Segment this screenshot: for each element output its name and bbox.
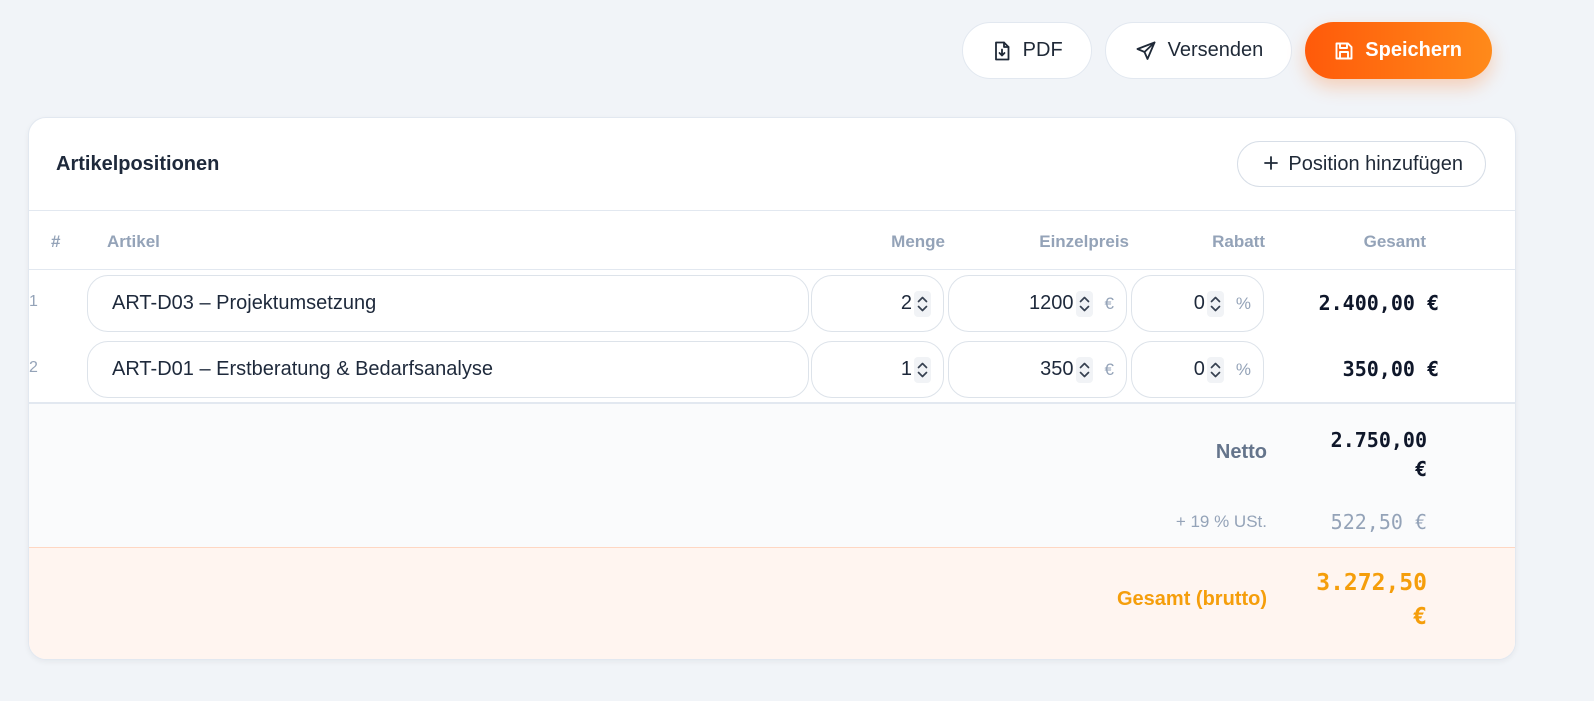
totals-section: Netto 2.750,00 € + 19 % USt. 522,50 € <box>29 402 1515 547</box>
vat-value: 522,50 € <box>1330 510 1427 534</box>
gross-value-currency: € <box>1413 604 1427 630</box>
column-header-unit-price: Einzelpreis <box>1039 232 1129 251</box>
card-header: Artikelpositionen Position hinzufügen <box>29 118 1515 211</box>
line-total: 350,00 € <box>1342 357 1439 381</box>
net-value-currency: € <box>1414 457 1427 481</box>
vat-label: + 19 % USt. <box>1175 512 1267 531</box>
chevron-up-down-icon[interactable] <box>1075 356 1093 383</box>
line-total: 2.400,00 € <box>1318 291 1439 315</box>
table-row: 2 ART-D01 – Erstberatung & Bedarfsanalys… <box>29 336 1515 402</box>
save-button[interactable]: Speichern <box>1305 22 1492 79</box>
column-header-quantity: Menge <box>891 232 945 251</box>
unit-price-value: 350 <box>1040 358 1074 380</box>
gross-value-amount: 3.272,50 <box>1316 570 1427 596</box>
gross-total-section: Gesamt (brutto) 3.272,50 € <box>29 547 1515 659</box>
quantity-value: 2 <box>900 292 912 314</box>
line-items-card: Artikelpositionen Position hinzufügen # … <box>28 117 1516 660</box>
net-value-amount: 2.750,00 <box>1330 428 1427 452</box>
discount-stepper[interactable]: 0 % <box>1131 275 1264 332</box>
pdf-button[interactable]: PDF <box>961 22 1092 79</box>
unit-price-stepper[interactable]: 350 € <box>948 341 1127 398</box>
unit-price-stepper[interactable]: 1200 € <box>948 275 1127 332</box>
chevron-up-down-icon[interactable] <box>1075 290 1093 317</box>
row-index: 2 <box>29 359 38 376</box>
quantity-stepper[interactable]: 2 <box>811 275 944 332</box>
percent-unit: % <box>1235 293 1251 313</box>
discount-stepper[interactable]: 0 % <box>1131 341 1264 398</box>
floppy-disk-icon <box>1335 42 1353 60</box>
row-index: 1 <box>29 293 38 310</box>
net-value: 2.750,00 € <box>1287 426 1427 484</box>
send-button[interactable]: Versenden <box>1104 22 1293 79</box>
pdf-button-label: PDF <box>1022 39 1063 61</box>
discount-value: 0 <box>1193 292 1205 314</box>
chevron-up-down-icon[interactable] <box>914 290 931 317</box>
chevron-up-down-icon[interactable] <box>1206 356 1224 383</box>
currency-unit: € <box>1104 359 1114 379</box>
card-title: Artikelpositionen <box>56 152 220 175</box>
plus-icon <box>1264 153 1279 176</box>
quantity-stepper[interactable]: 1 <box>811 341 944 398</box>
gross-label: Gesamt (brutto) <box>1117 588 1267 610</box>
save-button-label: Speichern <box>1365 39 1462 61</box>
column-header-total: Gesamt <box>1363 232 1426 251</box>
column-header-discount: Rabatt <box>1212 232 1265 251</box>
currency-unit: € <box>1104 293 1114 313</box>
file-download-icon <box>993 41 1011 61</box>
paper-plane-icon <box>1136 41 1156 61</box>
table-row: 1 ART-D03 – Projektumsetzung 2 1200 € 0 … <box>29 270 1515 336</box>
add-position-button[interactable]: Position hinzufügen <box>1237 141 1486 187</box>
discount-value: 0 <box>1193 358 1205 380</box>
article-input[interactable]: ART-D01 – Erstberatung & Bedarfsanalyse <box>87 341 809 398</box>
column-header-index: # <box>51 232 61 251</box>
send-button-label: Versenden <box>1167 39 1264 61</box>
chevron-up-down-icon[interactable] <box>1206 290 1224 317</box>
table-header: # Artikel Menge Einzelpreis Rabatt Gesam… <box>29 211 1515 270</box>
column-header-article: Artikel <box>107 232 160 251</box>
add-position-label: Position hinzufügen <box>1288 152 1463 175</box>
unit-price-value: 1200 <box>1029 292 1074 314</box>
gross-value: 3.272,50 € <box>1267 566 1427 634</box>
chevron-up-down-icon[interactable] <box>914 356 931 383</box>
article-input[interactable]: ART-D03 – Projektumsetzung <box>87 275 809 332</box>
percent-unit: % <box>1235 359 1251 379</box>
net-label: Netto <box>1215 441 1267 463</box>
toolbar: PDF Versenden Speichern <box>961 22 1492 79</box>
quantity-value: 1 <box>900 358 912 380</box>
